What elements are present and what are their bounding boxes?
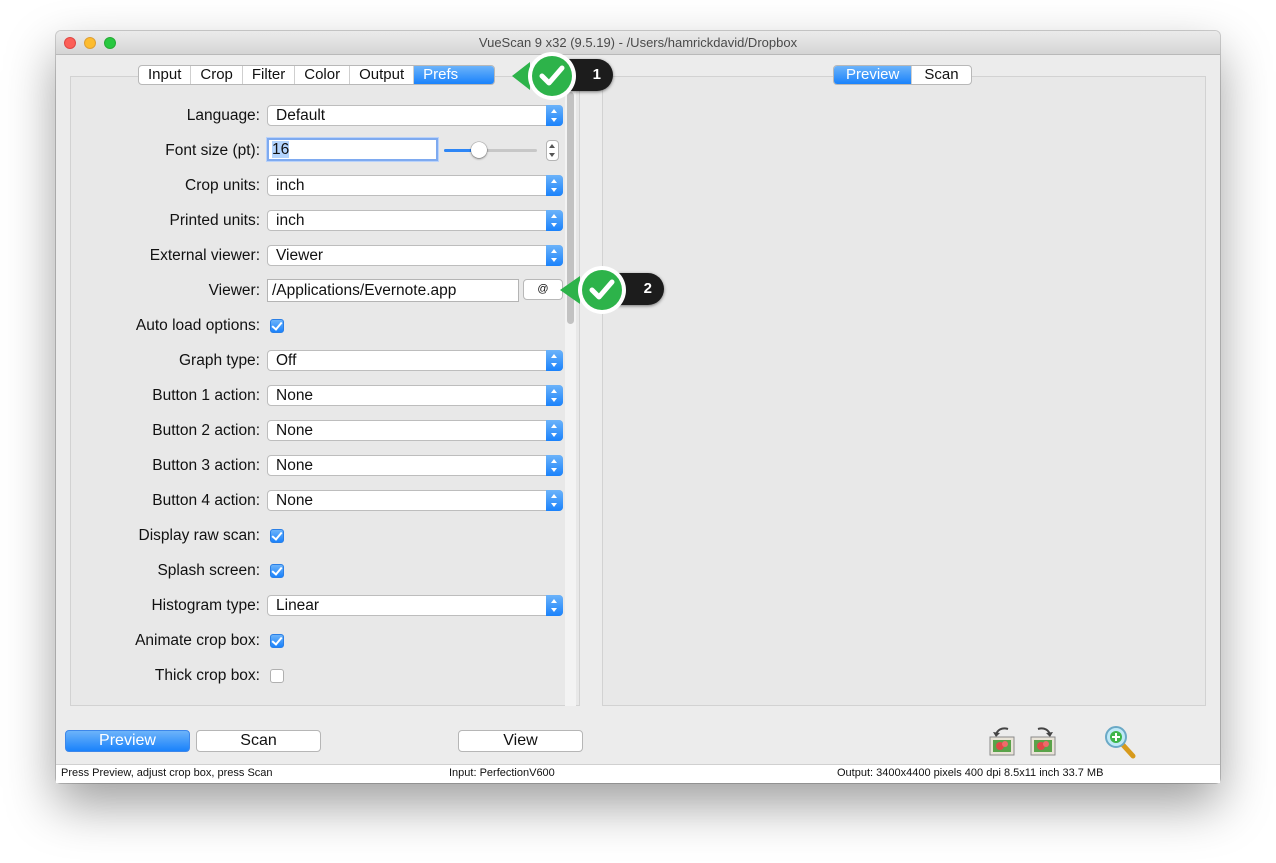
checkmark-badge-2-icon <box>560 266 626 314</box>
popup-arrows-icon <box>546 490 563 511</box>
button1-action-label: Button 1 action: <box>152 387 260 404</box>
popup-arrows-icon <box>546 420 563 441</box>
callout-1-number: 1 <box>592 66 601 83</box>
font-size-value: 16 <box>272 141 290 158</box>
graph-type-popup[interactable]: Off <box>267 350 563 371</box>
button3-action-label: Button 3 action: <box>152 457 260 474</box>
graph-type-label: Graph type: <box>179 352 260 369</box>
histogram-type-popup[interactable]: Linear <box>267 595 563 616</box>
font-size-label: Font size (pt): <box>165 142 260 159</box>
printed-units-value: inch <box>276 212 305 229</box>
language-popup[interactable]: Default <box>267 105 563 126</box>
splash-screen-checkbox[interactable] <box>270 564 284 578</box>
printed-units-label: Printed units: <box>169 212 260 229</box>
tab-crop[interactable]: Crop <box>191 66 243 84</box>
popup-arrows-icon <box>546 350 563 371</box>
external-viewer-popup[interactable]: Viewer <box>267 245 563 266</box>
crop-units-popup[interactable]: inch <box>267 175 563 196</box>
tab-input[interactable]: Input <box>139 66 192 84</box>
thick-crop-box-checkbox[interactable] <box>270 669 284 683</box>
rotate-left-icon[interactable] <box>988 725 1018 757</box>
tab-scan[interactable]: Scan <box>912 66 970 84</box>
popup-arrows-icon <box>546 245 563 266</box>
button1-action-value: None <box>276 387 314 404</box>
tab-prefs[interactable]: Prefs <box>414 66 495 84</box>
viewer-path-field[interactable]: /Applications/Evernote.app <box>267 279 519 302</box>
status-input: Input: PerfectionV600 <box>449 767 555 779</box>
histogram-type-value: Linear <box>276 597 320 614</box>
scan-button[interactable]: Scan <box>196 730 321 752</box>
status-hint: Press Preview, adjust crop box, press Sc… <box>61 767 273 779</box>
zoom-in-icon[interactable] <box>1103 725 1137 759</box>
auto-load-checkbox[interactable] <box>270 319 284 333</box>
popup-arrows-icon <box>546 210 563 231</box>
external-viewer-label: External viewer: <box>149 247 260 264</box>
title-bar[interactable]: VueScan 9 x32 (9.5.19) - /Users/hamrickd… <box>56 31 1220 55</box>
button3-action-value: None <box>276 457 314 474</box>
histogram-type-label: Histogram type: <box>151 597 260 614</box>
font-size-field[interactable]: 16 <box>267 138 438 161</box>
viewer-label: Viewer: <box>208 282 260 299</box>
popup-arrows-icon <box>546 595 563 616</box>
button2-action-popup[interactable]: None <box>267 420 563 441</box>
view-tab-bar: Preview Scan <box>833 65 972 85</box>
tab-preview[interactable]: Preview <box>834 66 913 84</box>
preview-button[interactable]: Preview <box>65 730 190 752</box>
callout-2-number: 2 <box>643 280 652 297</box>
view-button[interactable]: View <box>458 730 583 752</box>
display-raw-scan-checkbox[interactable] <box>270 529 284 543</box>
thick-crop-box-label: Thick crop box: <box>154 667 260 684</box>
viewer-browse-button[interactable]: @ <box>523 279 563 300</box>
button2-action-value: None <box>276 422 314 439</box>
popup-arrows-icon <box>546 105 563 126</box>
viewer-path-value: /Applications/Evernote.app <box>272 282 457 299</box>
status-output: Output: 3400x4400 pixels 400 dpi 8.5x11 … <box>837 767 1104 779</box>
rotate-right-icon[interactable] <box>1028 725 1058 757</box>
external-viewer-value: Viewer <box>276 247 324 264</box>
language-label: Language: <box>186 107 260 124</box>
button2-action-label: Button 2 action: <box>152 422 260 439</box>
display-raw-scan-label: Display raw scan: <box>138 527 260 544</box>
popup-arrows-icon <box>546 385 563 406</box>
popup-arrows-icon <box>546 175 563 196</box>
button4-action-label: Button 4 action: <box>152 492 260 509</box>
tab-filter[interactable]: Filter <box>243 66 296 84</box>
font-size-stepper[interactable] <box>546 140 559 161</box>
animate-crop-box-checkbox[interactable] <box>270 634 284 648</box>
window-title: VueScan 9 x32 (9.5.19) - /Users/hamrickd… <box>478 35 798 50</box>
graph-type-value: Off <box>276 352 297 369</box>
settings-tab-bar: Input Crop Filter Color Output Prefs <box>138 65 496 85</box>
preview-area[interactable] <box>602 76 1206 706</box>
button3-action-popup[interactable]: None <box>267 455 563 476</box>
animate-crop-box-label: Animate crop box: <box>135 632 260 649</box>
language-value: Default <box>276 107 326 124</box>
splash-screen-label: Splash screen: <box>157 562 260 579</box>
crop-units-value: inch <box>276 177 305 194</box>
popup-arrows-icon <box>546 455 563 476</box>
printed-units-popup[interactable]: inch <box>267 210 563 231</box>
checkmark-badge-1-icon <box>512 52 576 100</box>
button4-action-popup[interactable]: None <box>267 490 563 511</box>
auto-load-label: Auto load options: <box>135 317 260 334</box>
button1-action-popup[interactable]: None <box>267 385 563 406</box>
tab-output[interactable]: Output <box>350 66 415 84</box>
tab-color[interactable]: Color <box>295 66 351 84</box>
crop-units-label: Crop units: <box>185 177 260 194</box>
button4-action-value: None <box>276 492 314 509</box>
font-size-slider-track[interactable] <box>444 149 537 152</box>
